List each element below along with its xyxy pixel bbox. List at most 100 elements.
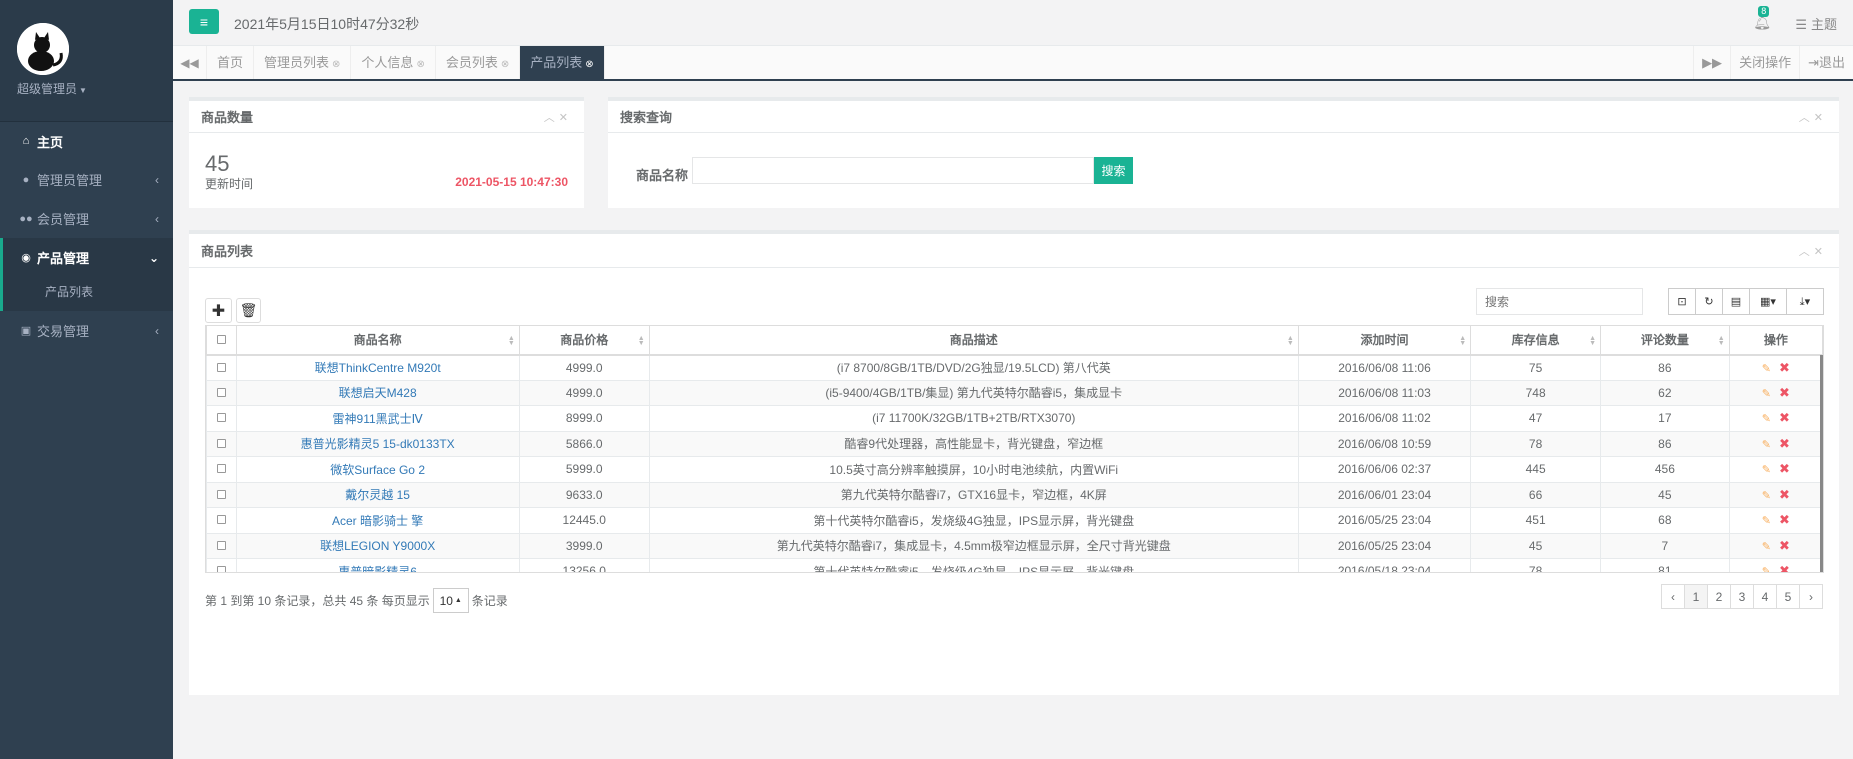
sidebar-subitem-product-list[interactable]: 产品列表 [0, 277, 173, 311]
table-row[interactable]: 联想启天M428 4999.0 (i5-9400/4GB/1TB/集显) 第九代英特… [206, 379, 1823, 406]
search-button[interactable]: 搜索 [1094, 157, 1133, 184]
delete-icon[interactable]: ✖ [1779, 487, 1790, 502]
delete-icon[interactable]: ✖ [1779, 538, 1790, 553]
table-row[interactable]: Acer 暗影骑士 擎 12445.0 第十代英特尔酷睿i5，发烧级4G独显，IPS… [206, 507, 1823, 534]
sidebar-item-admin[interactable]: ● 管理员管理 ‹ [0, 160, 173, 199]
row-select-cell[interactable] [206, 481, 237, 508]
close-icon[interactable]: ✕ [559, 112, 572, 124]
row-checkbox[interactable] [216, 362, 226, 372]
table-row[interactable]: 惠普暗影精灵6 13256.0 第十代英特尔酷睿i5，发烧级4G独显，IPS显示屏，… [206, 558, 1823, 572]
tab-product-list[interactable]: 产品列表 ⊗ [520, 46, 605, 79]
product-name-link[interactable]: 微软Surface Go 2 [330, 463, 425, 477]
table-search-input[interactable] [1476, 288, 1643, 315]
edit-icon[interactable]: ✎ [1762, 413, 1771, 425]
product-name-link[interactable]: 雷神911黑武士Ⅳ [333, 412, 423, 426]
page-button[interactable]: 4 [1753, 584, 1777, 609]
column-header[interactable]: 库存信息 ▲ ▼ [1470, 325, 1602, 356]
row-checkbox[interactable] [216, 540, 226, 550]
next-page-button[interactable]: › [1799, 584, 1823, 609]
product-name-link[interactable]: 联想LEGION Y9000X [320, 539, 435, 553]
theme-button[interactable]: ☰ 主题 [1795, 14, 1837, 33]
row-select-cell[interactable] [206, 558, 237, 572]
edit-icon[interactable]: ✎ [1762, 541, 1771, 553]
collapse-icon[interactable]: ︿ [1799, 112, 1814, 124]
close-icon[interactable]: ⊗ [501, 59, 509, 70]
toggle-pagination-button[interactable]: ⊡ [1668, 288, 1696, 315]
collapse-icon[interactable]: ︿ [1799, 246, 1814, 258]
close-icon[interactable]: ⊗ [585, 59, 593, 70]
delete-icon[interactable]: ✖ [1779, 512, 1790, 527]
select-all-header[interactable] [206, 325, 237, 356]
profile-username-dropdown[interactable]: 超级管理员 ▼ [17, 80, 173, 97]
row-checkbox[interactable] [216, 438, 226, 448]
table-row[interactable]: 联想ThinkCentre M920t 4999.0 (i7 8700/8GB/1T… [206, 354, 1823, 381]
row-checkbox[interactable] [216, 387, 226, 397]
close-operations-button[interactable]: 关闭操作 [1730, 46, 1799, 79]
page-button[interactable]: 5 [1776, 584, 1800, 609]
columns-button[interactable]: ▦▾ [1749, 288, 1787, 315]
row-select-cell[interactable] [206, 456, 237, 483]
tab-admin-list[interactable]: 管理员列表 ⊗ [254, 46, 352, 79]
product-name-link[interactable]: 惠普光影精灵5 15-dk0133TX [301, 437, 455, 451]
table-row[interactable]: 雷神911黑武士Ⅳ 8999.0 (i7 11700K/32GB/1TB+2TB/R… [206, 405, 1823, 432]
add-button[interactable]: ✚ [205, 298, 232, 323]
tabs-scroll-right-button[interactable]: ▶▶ [1693, 46, 1730, 79]
notifications-button[interactable]: 🔔︎ 8 [1753, 6, 1771, 31]
page-button[interactable]: 2 [1707, 584, 1731, 609]
refresh-button[interactable]: ↻ [1695, 288, 1723, 315]
edit-icon[interactable]: ✎ [1762, 439, 1771, 451]
product-name-link[interactable]: 惠普暗影精灵6 [338, 565, 417, 572]
row-select-cell[interactable] [206, 405, 237, 432]
table-row[interactable]: 惠普光影精灵5 15-dk0133TX 5866.0 酷睿9代处理器，高性能显卡，背… [206, 430, 1823, 457]
delete-icon[interactable]: ✖ [1779, 563, 1790, 572]
page-button[interactable]: 1 [1684, 584, 1708, 609]
edit-icon[interactable]: ✎ [1762, 566, 1771, 572]
row-select-cell[interactable] [206, 532, 237, 559]
close-icon[interactable]: ✕ [1814, 246, 1827, 258]
delete-icon[interactable]: ✖ [1779, 385, 1790, 400]
delete-icon[interactable]: ✖ [1779, 461, 1790, 476]
prev-page-button[interactable]: ‹ [1661, 584, 1685, 609]
table-row[interactable]: 戴尔灵越 15 9633.0 第九代英特尔酷睿i7，GTX16显卡，窄边框，4K屏 2… [206, 481, 1823, 508]
table-row[interactable]: 微软Surface Go 2 5999.0 10.5英寸高分辨率触摸屏，10小时电池… [206, 456, 1823, 483]
page-size-select[interactable]: 10 ▲ [432, 588, 469, 613]
edit-icon[interactable]: ✎ [1762, 464, 1771, 476]
menu-toggle-button[interactable]: ≡ [189, 9, 219, 34]
row-checkbox[interactable] [216, 515, 226, 525]
sidebar-item-members[interactable]: ●● 会员管理 ‹ [0, 199, 173, 238]
close-icon[interactable]: ✕ [1814, 112, 1827, 124]
logout-button[interactable]: ⇥退出 [1799, 46, 1853, 79]
edit-icon[interactable]: ✎ [1762, 515, 1771, 527]
product-name-link[interactable]: Acer 暗影骑士 擎 [332, 514, 423, 528]
delete-icon[interactable]: ✖ [1779, 410, 1790, 425]
column-header[interactable]: 商品描述 ▲ ▼ [648, 325, 1299, 356]
edit-icon[interactable]: ✎ [1762, 388, 1771, 400]
tab-home[interactable]: 首页 [207, 46, 255, 79]
row-checkbox[interactable] [216, 489, 226, 499]
page-button[interactable]: 3 [1730, 584, 1754, 609]
row-select-cell[interactable] [206, 430, 237, 457]
column-header[interactable]: 商品名称 ▲ ▼ [235, 325, 520, 356]
close-icon[interactable]: ⊗ [416, 59, 424, 70]
tabs-scroll-left-button[interactable]: ◀◀ [173, 46, 207, 79]
select-all-checkbox[interactable] [216, 334, 226, 344]
export-button[interactable]: ⤓▾ [1786, 288, 1824, 315]
row-checkbox[interactable] [216, 464, 226, 474]
collapse-icon[interactable]: ︿ [544, 112, 559, 124]
table-row[interactable]: 联想LEGION Y9000X 3999.0 第九代英特尔酷睿i7，集成显卡，4.5… [206, 532, 1823, 559]
toggle-view-button[interactable]: ▤ [1722, 288, 1750, 315]
table-scrollbar[interactable] [1820, 355, 1823, 572]
delete-icon[interactable]: ✖ [1779, 360, 1790, 375]
tab-member-list[interactable]: 会员列表 ⊗ [436, 46, 521, 79]
row-checkbox[interactable] [216, 413, 226, 423]
sidebar-item-home[interactable]: ⌂ 主页 [0, 122, 173, 160]
row-select-cell[interactable] [206, 507, 237, 534]
row-select-cell[interactable] [206, 354, 237, 381]
sidebar-item-products[interactable]: ◉ 产品管理 ⌄ [0, 238, 173, 277]
column-header[interactable]: 商品价格 ▲ ▼ [518, 325, 650, 356]
close-icon[interactable]: ⊗ [332, 59, 340, 70]
row-select-cell[interactable] [206, 379, 237, 406]
delete-icon[interactable]: ✖ [1779, 436, 1790, 451]
delete-button[interactable]: 🗑︎ [236, 298, 261, 323]
tab-profile[interactable]: 个人信息 ⊗ [351, 46, 436, 79]
